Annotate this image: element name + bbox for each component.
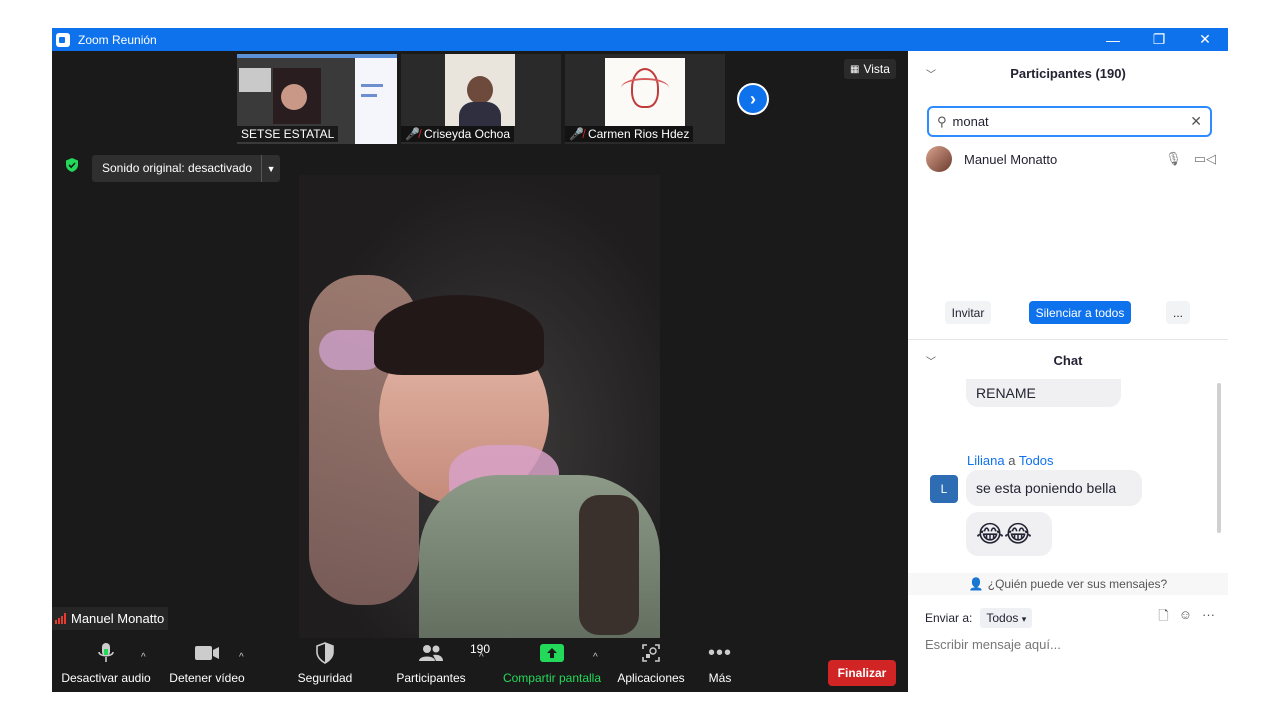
speaker-name-tag: Manuel Monatto: [52, 607, 169, 630]
participants-more-button[interactable]: ...: [1166, 301, 1190, 324]
participant-search-input[interactable]: ⚲ monat ✕: [927, 106, 1212, 137]
view-button[interactable]: ▦ Vista: [844, 59, 896, 79]
chat-message: RENAME: [966, 379, 1121, 407]
video-area: SETSE ESTATAL 🎤̸ Criseyda Ochoa 🎤̸ Carmen …: [52, 51, 908, 692]
send-to-row: Enviar a: Todos ▾ 🗋 ☺ ···: [925, 606, 1215, 630]
stop-video-button[interactable]: Detener vídeo: [164, 638, 250, 692]
active-speaker-video: [299, 175, 660, 656]
chat-message: se esta poniendo bella: [966, 470, 1142, 506]
chevron-down-icon: ▾: [1021, 614, 1027, 624]
apps-button[interactable]: Aplicaciones: [614, 638, 688, 692]
caret-down-icon[interactable]: ▼: [262, 164, 280, 174]
person-lock-icon: 👤: [968, 577, 984, 591]
gallery-thumb[interactable]: 🎤̸ Carmen Rios Hdez: [565, 54, 725, 144]
title-bar: Zoom Reunión — ❐ ✕: [52, 28, 1228, 51]
participants-header: ﹀ Participantes (190): [926, 65, 1126, 82]
mute-all-button[interactable]: Silenciar a todos: [1029, 301, 1131, 324]
thumb-name-label: 🎤̸ Carmen Rios Hdez: [565, 126, 694, 142]
end-meeting-button[interactable]: Finalizar: [828, 660, 896, 686]
chat-header: ﹀ Chat: [926, 352, 1083, 369]
participants-options-caret-icon[interactable]: ^: [479, 652, 484, 663]
more-dots-icon[interactable]: ···: [1202, 607, 1215, 629]
thumb-name-label: 🎤̸ Criseyda Ochoa: [401, 126, 514, 142]
restore-button[interactable]: ❐: [1136, 28, 1182, 51]
send-to-select[interactable]: Todos ▾: [980, 608, 1033, 628]
participant-video: [445, 54, 515, 126]
gallery-thumb[interactable]: 🎤̸ Criseyda Ochoa: [401, 54, 561, 144]
mic-muted-icon: 🎤̸: [405, 127, 420, 141]
original-sound-toggle[interactable]: Sonido original: desactivado ▼: [92, 155, 281, 182]
mute-audio-button[interactable]: Desactivar audio: [61, 638, 151, 692]
zoom-window: Zoom Reunión — ❐ ✕ SETSE ESTATAL 🎤̸ Cris…: [52, 28, 1228, 692]
shield-check-icon[interactable]: [64, 157, 80, 173]
chat-message-input[interactable]: Escribir mensaje aquí...: [925, 637, 1061, 652]
emoji-icon[interactable]: ☺: [1179, 607, 1192, 629]
share-options-caret-icon[interactable]: ^: [593, 652, 598, 663]
more-dots-icon: •••: [708, 641, 733, 664]
file-icon[interactable]: 🗋: [1158, 607, 1168, 629]
chat-messages: RENAME Liliana a Todos L se esta poniend…: [908, 379, 1228, 573]
minimize-button[interactable]: —: [1090, 28, 1136, 51]
gallery-thumb[interactable]: SETSE ESTATAL: [237, 54, 397, 144]
participants-button[interactable]: 190 Participantes: [392, 638, 490, 692]
thumb-name-label: SETSE ESTATAL: [237, 126, 339, 142]
video-camera-icon: [195, 646, 219, 660]
chevron-down-icon[interactable]: ﹀: [926, 353, 936, 368]
participant-row[interactable]: Manuel Monatto 🎙 ▭◁: [926, 145, 1216, 173]
who-can-see-link[interactable]: 👤 ¿Quién puede ver sus mensajes?: [908, 573, 1228, 595]
microphone-icon[interactable]: 🎙: [1165, 151, 1182, 167]
zoom-app-icon: [56, 32, 70, 47]
search-icon: ⚲: [937, 113, 947, 129]
chevron-right-icon: ›: [750, 88, 756, 109]
next-page-button[interactable]: ›: [737, 83, 769, 115]
people-icon: [419, 645, 443, 661]
participant-video: [605, 58, 685, 126]
chevron-down-icon[interactable]: ﹀: [926, 66, 936, 81]
video-camera-icon[interactable]: ▭◁: [1194, 151, 1216, 167]
apps-icon: [642, 644, 660, 662]
share-screen-icon: [540, 644, 564, 662]
security-button[interactable]: Seguridad: [292, 638, 358, 692]
window-title: Zoom Reunión: [78, 32, 157, 47]
video-options-caret-icon[interactable]: ^: [239, 652, 244, 663]
share-screen-button[interactable]: Compartir pantalla: [500, 638, 604, 692]
avatar: [926, 146, 952, 172]
side-panel: ﹀ Participantes (190) ⚲ monat ✕ Manuel M…: [908, 51, 1228, 692]
audio-options-caret-icon[interactable]: ^: [141, 652, 146, 663]
chat-scrollbar[interactable]: [1217, 383, 1221, 533]
clear-search-icon[interactable]: ✕: [1190, 113, 1202, 130]
microphone-icon: [98, 643, 114, 662]
chat-sender: Liliana a Todos: [967, 453, 1054, 468]
more-button[interactable]: ••• Más: [708, 638, 732, 692]
signal-strength-icon: [55, 613, 66, 624]
shield-icon: [316, 642, 334, 664]
close-button[interactable]: ✕: [1182, 28, 1228, 51]
invite-button[interactable]: Invitar: [945, 301, 991, 324]
grid-icon: ▦: [850, 63, 860, 75]
avatar: L: [930, 475, 958, 503]
divider: [908, 339, 1228, 340]
mic-muted-icon: 🎤̸: [569, 127, 584, 141]
chat-message: 😂😂: [966, 512, 1052, 556]
meeting-toolbar: Desactivar audio ^ Detener vídeo ^ Segur…: [52, 638, 908, 692]
